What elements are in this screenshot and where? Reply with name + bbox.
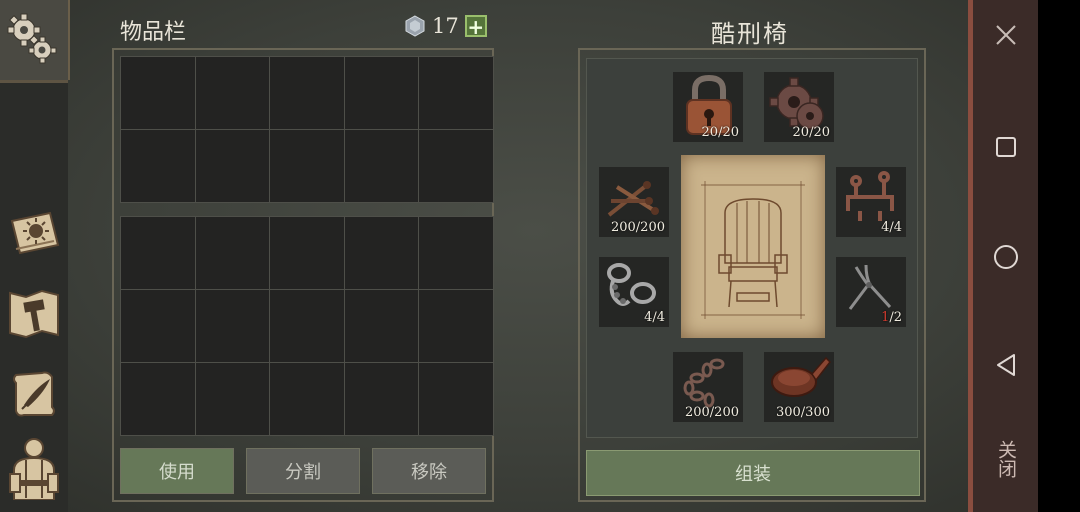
inventory-slot[interactable]: [195, 217, 270, 289]
ingredient-slot-brackets[interactable]: 4/4: [836, 167, 906, 237]
android-nav-bar: [973, 0, 1038, 512]
slot-count: 200/200: [684, 405, 739, 420]
remove-button[interactable]: 移除: [372, 448, 486, 494]
inventory-slot[interactable]: [419, 130, 493, 202]
slot-count: 4/4: [881, 220, 902, 235]
gem-count: 17: [432, 14, 459, 38]
back-button[interactable]: [973, 348, 1038, 382]
slot-count: 1/2: [881, 310, 902, 325]
slot-count: 4/4: [644, 310, 665, 325]
inventory-slot[interactable]: [344, 130, 419, 202]
inventory-slot[interactable]: [195, 363, 270, 435]
torture-chair-blueprint-icon: [701, 181, 805, 319]
inventory-slot[interactable]: [419, 57, 493, 129]
split-button[interactable]: 分割: [246, 448, 360, 494]
inventory-slot[interactable]: [344, 290, 419, 362]
ingredient-slot-nails[interactable]: 200/200: [599, 167, 669, 237]
home-button[interactable]: [973, 240, 1038, 274]
inventory-slot[interactable]: [121, 57, 195, 129]
circle-icon: [993, 245, 1018, 269]
back-triangle-icon: [996, 354, 1015, 376]
inventory-slot[interactable]: [270, 217, 344, 289]
add-gems-button[interactable]: +: [464, 15, 487, 37]
character-icon: [9, 438, 59, 500]
inventory-slot[interactable]: [121, 290, 195, 362]
inventory-slot[interactable]: [344, 363, 419, 435]
rail-divider: [0, 80, 68, 83]
slot-count: 20/20: [701, 125, 739, 140]
ingredient-slot-padlock[interactable]: 20/20: [673, 72, 743, 142]
inventory-slot[interactable]: [121, 217, 195, 289]
gem-counter: 17 +: [404, 14, 487, 38]
inventory-slot[interactable]: [270, 130, 344, 202]
use-button[interactable]: 使用: [120, 448, 234, 494]
hammer-map-icon: [9, 289, 59, 339]
ingredient-slot-chain[interactable]: 200/200: [673, 352, 743, 422]
inventory-slot[interactable]: [419, 363, 493, 435]
inventory-slot[interactable]: [195, 57, 270, 129]
inventory-slot[interactable]: [121, 363, 195, 435]
character-tab[interactable]: [6, 438, 62, 500]
crafting-tab[interactable]: [6, 285, 62, 341]
inventory-slot[interactable]: [195, 130, 270, 202]
close-label[interactable]: 关闭: [990, 440, 1020, 478]
slot-count: 300/300: [775, 405, 830, 420]
inventory-slot[interactable]: [270, 290, 344, 362]
close-x-button[interactable]: [973, 18, 1038, 52]
sun-book-tab[interactable]: [6, 205, 62, 261]
ingredient-slot-shackles[interactable]: 4/4: [599, 257, 669, 327]
inventory-grid-bottom: [120, 216, 494, 436]
sun-book-icon: [10, 211, 60, 255]
close-icon: [995, 25, 1016, 45]
inventory-slot[interactable]: [344, 217, 419, 289]
ingredient-slot-leather-strap[interactable]: 300/300: [764, 352, 834, 422]
gem-icon: [405, 15, 425, 37]
recipe-title: 酷刑椅: [711, 20, 789, 48]
blueprint-parchment: [681, 155, 825, 338]
inventory-slot[interactable]: [270, 363, 344, 435]
square-icon: [995, 137, 1016, 157]
journal-tab[interactable]: [6, 365, 62, 421]
inventory-slot[interactable]: [121, 130, 195, 202]
assemble-button[interactable]: 组装: [586, 450, 920, 496]
ingredient-slot-gear[interactable]: 20/20: [764, 72, 834, 142]
screen-edge: [1038, 0, 1080, 512]
scroll-quill-icon: [13, 371, 55, 417]
inventory-slot[interactable]: [344, 57, 419, 129]
gear-icon: [7, 13, 57, 64]
settings-tab[interactable]: [0, 0, 70, 80]
inventory-title: 物品栏: [120, 20, 187, 45]
inventory-grid-top: [120, 56, 494, 203]
inventory-slot[interactable]: [419, 290, 493, 362]
ingredient-slot-pliers[interactable]: 1/2: [836, 257, 906, 327]
inventory-slot[interactable]: [195, 290, 270, 362]
slot-count: 20/20: [792, 125, 830, 140]
inventory-slot[interactable]: [419, 217, 493, 289]
inventory-slot[interactable]: [270, 57, 344, 129]
need-count: /2: [889, 310, 902, 325]
recents-button[interactable]: [973, 130, 1038, 164]
slot-count: 200/200: [610, 220, 665, 235]
